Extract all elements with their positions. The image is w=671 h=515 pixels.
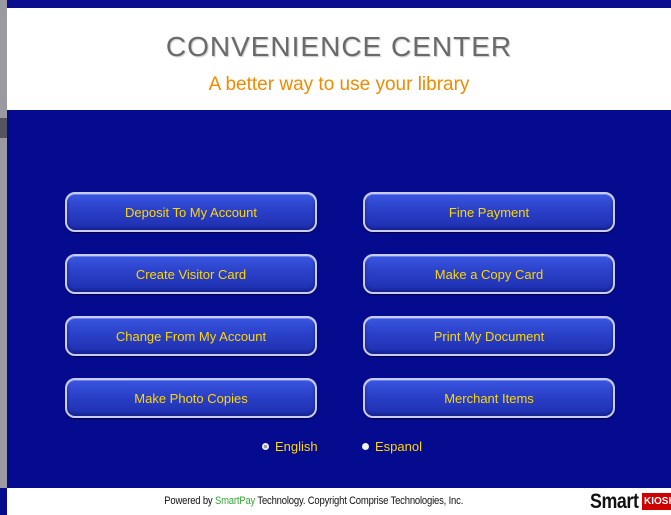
window-left-edge <box>0 0 7 488</box>
footer-bar: Powered by SmartPay Technology. Copyrigh… <box>7 488 671 515</box>
header-banner: CONVENIENCE CENTER A better way to use y… <box>7 8 671 110</box>
merchant-items-button[interactable]: Merchant Items <box>363 378 615 418</box>
logo-kiosk-badge: KIOSK <box>642 493 671 510</box>
window-left-edge-shadow <box>0 118 7 138</box>
menu-panel: Deposit To My Account Fine Payment Creat… <box>7 110 671 488</box>
print-my-document-button[interactable]: Print My Document <box>363 316 615 356</box>
create-visitor-card-button[interactable]: Create Visitor Card <box>65 254 317 294</box>
language-option-english[interactable]: English <box>262 439 318 454</box>
footer-powered-by: Powered by <box>164 495 215 507</box>
footer-brand-name: SmartPay <box>214 495 256 507</box>
kiosk-screen: CONVENIENCE CENTER A better way to use y… <box>0 0 671 515</box>
language-label-espanol: Espanol <box>375 439 422 454</box>
make-a-copy-card-button[interactable]: Make a Copy Card <box>363 254 615 294</box>
change-from-my-account-button[interactable]: Change From My Account <box>65 316 317 356</box>
fine-payment-button[interactable]: Fine Payment <box>363 192 615 232</box>
language-label-english: English <box>275 439 318 454</box>
radio-unselected-icon[interactable] <box>362 443 369 450</box>
language-option-espanol[interactable]: Espanol <box>362 439 422 454</box>
make-photo-copies-button[interactable]: Make Photo Copies <box>65 378 317 418</box>
footer-credits: Powered by SmartPay Technology. Copyrigh… <box>51 495 576 507</box>
page-title: CONVENIENCE CENTER <box>165 31 513 62</box>
deposit-to-my-account-button[interactable]: Deposit To My Account <box>65 192 317 232</box>
page-subtitle: A better way to use your library <box>208 74 470 95</box>
radio-selected-icon[interactable] <box>262 443 269 450</box>
logo-smart-text: Smart <box>590 489 639 513</box>
footer-copyright: Technology. Copyright Comprise Technolog… <box>255 495 464 507</box>
top-border <box>7 0 671 8</box>
smartkiosk-logo: Smart KIOSK <box>590 490 671 513</box>
